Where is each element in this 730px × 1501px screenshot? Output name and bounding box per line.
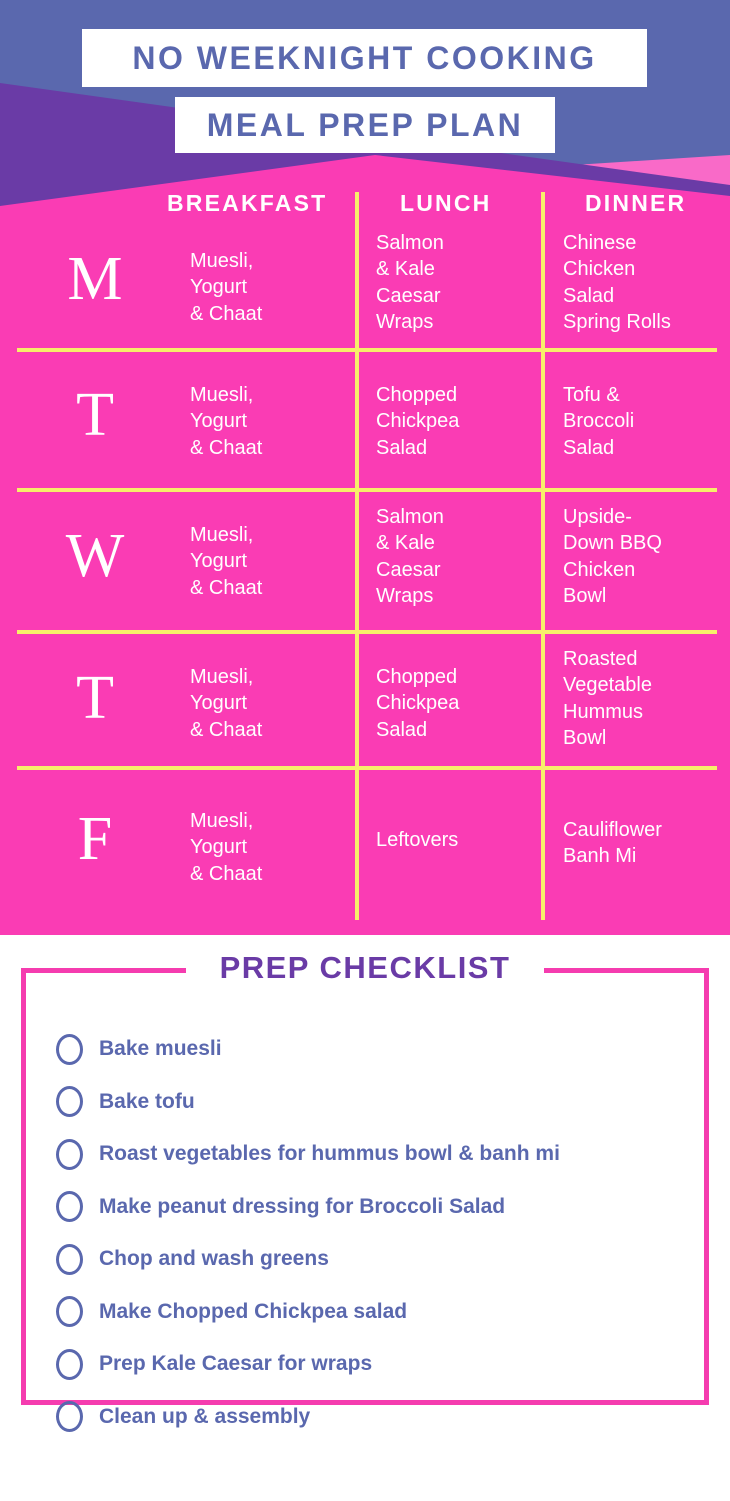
list-item[interactable]: Clean up & assembly — [56, 1391, 676, 1444]
checkbox-icon[interactable] — [56, 1138, 83, 1170]
checklist-item-label: Bake tofu — [99, 1089, 195, 1113]
checkbox-icon[interactable] — [56, 1348, 83, 1380]
checklist-item-label: Chop and wash greens — [99, 1247, 329, 1271]
checklist-item-label: Roast vegetables for hummus bowl & banh … — [99, 1142, 560, 1166]
checklist-title: PREP CHECKLIST — [186, 948, 544, 988]
checklist-item-label: Prep Kale Caesar for wraps — [99, 1352, 373, 1376]
checkbox-icon[interactable] — [56, 1086, 83, 1118]
cell-lunch: Chopped Chickpea Salad — [376, 384, 460, 459]
meal-schedule-table: BREAKFAST LUNCH DINNER — [0, 190, 730, 222]
list-item[interactable]: Bake tofu — [56, 1076, 676, 1129]
day-letter: T — [76, 664, 114, 732]
checkbox-icon[interactable] — [56, 1243, 83, 1275]
list-item[interactable]: Prep Kale Caesar for wraps — [56, 1338, 676, 1391]
list-item[interactable]: Bake muesli — [56, 1023, 676, 1076]
table-header-row: BREAKFAST LUNCH DINNER — [0, 190, 730, 222]
checklist-item-label: Bake muesli — [99, 1037, 222, 1061]
cell-dinner: Cauliflower Banh Mi — [563, 819, 662, 868]
table-row: F Muesli, Yogurt & Chaat Leftovers Cauli… — [0, 770, 730, 920]
checklist-items: Bake muesli Bake tofu Roast vegetables f… — [56, 1023, 676, 1443]
day-letter: M — [67, 245, 123, 313]
table-row: M Muesli, Yogurt & Chaat Salmon & Kale C… — [0, 222, 730, 348]
table-row: T Muesli, Yogurt & Chaat Chopped Chickpe… — [0, 634, 730, 770]
cell-breakfast: Muesli, Yogurt & Chaat — [190, 666, 263, 741]
cell-lunch: Leftovers — [376, 829, 459, 851]
list-item[interactable]: Make Chopped Chickpea salad — [56, 1286, 676, 1339]
checkbox-icon[interactable] — [56, 1296, 83, 1328]
cell-breakfast: Muesli, Yogurt & Chaat — [190, 810, 263, 885]
column-header-dinner: DINNER — [585, 190, 687, 216]
day-letter: T — [76, 381, 114, 449]
checkbox-icon[interactable] — [56, 1191, 83, 1223]
checklist-item-label: Make peanut dressing for Broccoli Salad — [99, 1194, 506, 1218]
page-title-line-2: MEAL PREP PLAN — [175, 97, 555, 153]
column-header-lunch: LUNCH — [400, 190, 492, 216]
list-item[interactable]: Roast vegetables for hummus bowl & banh … — [56, 1128, 676, 1181]
cell-breakfast: Muesli, Yogurt & Chaat — [190, 524, 263, 599]
cell-dinner: Chinese Chicken Salad Spring Rolls — [563, 232, 671, 334]
day-letter: W — [65, 522, 125, 590]
cell-lunch: Salmon & Kale Caesar Wraps — [376, 232, 444, 334]
checkbox-icon[interactable] — [56, 1033, 83, 1065]
prep-checklist-section: PREP CHECKLIST Bake muesli Bake tofu Roa… — [0, 935, 730, 1501]
table-row: T Muesli, Yogurt & Chaat Chopped Chickpe… — [0, 352, 730, 490]
cell-dinner: Upside- Down BBQ Chicken Bowl — [563, 506, 662, 608]
cell-dinner: Roasted Vegetable Hummus Bowl — [563, 648, 652, 750]
list-item[interactable]: Make peanut dressing for Broccoli Salad — [56, 1181, 676, 1234]
day-letter: F — [77, 805, 113, 873]
checkbox-icon[interactable] — [56, 1401, 83, 1433]
list-item[interactable]: Chop and wash greens — [56, 1233, 676, 1286]
cell-breakfast: Muesli, Yogurt & Chaat — [190, 250, 263, 325]
cell-lunch: Salmon & Kale Caesar Wraps — [376, 506, 444, 608]
cell-dinner: Tofu & Broccoli Salad — [563, 384, 635, 459]
meal-prep-poster: NO WEEKNIGHT COOKING MEAL PREP PLAN BREA… — [0, 0, 730, 1501]
page-title-line-1: NO WEEKNIGHT COOKING — [82, 29, 647, 87]
checklist-item-label: Clean up & assembly — [99, 1404, 311, 1428]
checklist-item-label: Make Chopped Chickpea salad — [99, 1299, 408, 1323]
cell-lunch: Chopped Chickpea Salad — [376, 666, 460, 741]
cell-breakfast: Muesli, Yogurt & Chaat — [190, 384, 263, 459]
column-header-breakfast: BREAKFAST — [167, 190, 328, 216]
table-row: W Muesli, Yogurt & Chaat Salmon & Kale C… — [0, 492, 730, 630]
